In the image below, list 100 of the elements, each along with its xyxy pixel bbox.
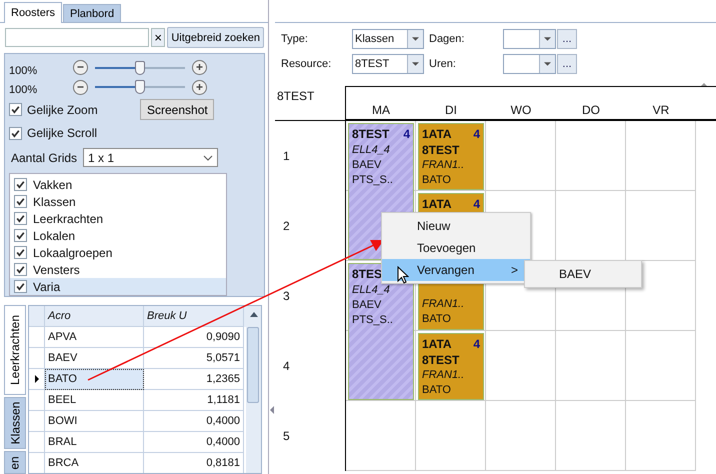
lesson-block[interactable]: 1ATA 4 8TEST FRAN1.. BATO: [418, 123, 484, 190]
dropdown[interactable]: 8TEST: [352, 54, 424, 74]
lesson-class: 1ATA: [422, 196, 452, 213]
grid-cell: [486, 401, 556, 471]
zoom-reading: 100%: [9, 83, 38, 96]
checkbox-label: Gelijke Zoom: [27, 102, 98, 116]
grids-label: Aantal Grids: [11, 150, 78, 164]
collapse-arrow-icon[interactable]: [270, 406, 274, 414]
checkbox[interactable]: [14, 263, 27, 276]
layer-item[interactable]: Klassen: [10, 193, 226, 210]
grid-cell: [556, 331, 626, 401]
side-tab[interactable]: Leerkrachten: [4, 305, 26, 395]
layer-item[interactable]: Vakken: [10, 176, 226, 193]
advanced-search-button[interactable]: Uitgebreid zoeken: [167, 27, 264, 48]
lesson-detail: 8TEST: [422, 143, 460, 158]
dropdown-arrow-icon: [412, 37, 419, 41]
browse-button[interactable]: ...: [557, 29, 577, 49]
zoom-in-button[interactable]: +: [192, 60, 207, 76]
lesson-class: 8TES: [352, 266, 382, 283]
table-cell: BRCA: [45, 453, 144, 473]
row-header: [29, 306, 45, 327]
scroll-up-icon[interactable]: [250, 312, 258, 317]
table-cell: BRAL: [45, 432, 144, 453]
checkbox-label: Gelijke Scroll: [27, 126, 98, 140]
tab[interactable]: Roosters: [4, 2, 62, 23]
layer-item[interactable]: Lokaalgroepen: [10, 244, 226, 261]
period-label: 1: [283, 149, 290, 163]
lesson-detail: PTS_S..: [352, 173, 393, 188]
day-header: WO: [510, 103, 532, 117]
field-label: Dagen:: [428, 33, 466, 45]
clear-button[interactable]: ×: [151, 28, 166, 47]
lesson-detail: BAEV: [352, 158, 382, 173]
dropdown[interactable]: [503, 54, 556, 74]
zoom-slider[interactable]: [95, 79, 185, 96]
table-cell: 1,2365: [144, 369, 244, 390]
layer-item[interactable]: Lokalen: [10, 227, 226, 244]
dropdown[interactable]: [503, 29, 556, 49]
lesson-detail: 8TEST: [422, 353, 460, 368]
slider-thumb[interactable]: [135, 80, 145, 94]
lesson-detail: FRAN1..: [422, 158, 464, 173]
dropdown[interactable]: Klassen: [352, 29, 424, 49]
layer-item[interactable]: Varia: [10, 278, 226, 295]
grids-dropdown[interactable]: 1 x 1: [83, 148, 218, 167]
table-cell: BEEL: [45, 390, 144, 411]
zoom-out-button[interactable]: −: [73, 80, 88, 95]
lesson-detail: ELL4_4: [352, 143, 390, 158]
search-field[interactable]: [5, 28, 149, 47]
layer-item[interactable]: Leerkrachten: [10, 210, 226, 227]
row-pointer-icon: [34, 375, 38, 383]
browse-button[interactable]: ...: [557, 54, 577, 74]
table-cell: BOWI: [45, 411, 144, 432]
checkbox[interactable]: [14, 178, 27, 191]
field-label: Uren:: [428, 58, 457, 70]
table-cell: BATO: [45, 369, 144, 390]
lesson-block[interactable]: 1ATA 4 8TEST FRAN1.. BATO: [418, 333, 484, 400]
layer-item[interactable]: Vensters: [10, 261, 226, 278]
submenu-arrow: >: [510, 263, 518, 277]
checkbox[interactable]: [9, 103, 22, 116]
lesson-count: 4: [473, 196, 480, 213]
scroll-up-icon[interactable]: [701, 83, 707, 86]
table-cell: APVA: [45, 327, 144, 348]
day-header: DO: [581, 103, 601, 117]
mouse-cursor-icon: [397, 266, 409, 284]
lesson-detail: FRAN1..: [422, 368, 464, 383]
period-label: 2: [283, 219, 290, 233]
day-header: VR: [652, 103, 670, 117]
checkbox[interactable]: [9, 126, 22, 140]
scroll-thumb[interactable]: [247, 327, 259, 403]
side-tab[interactable]: Klassen: [4, 397, 26, 449]
day-header: DI: [444, 103, 458, 117]
slider-thumb[interactable]: [135, 60, 145, 75]
lesson-detail: PTS_S..: [352, 313, 393, 328]
checkbox[interactable]: [14, 280, 27, 293]
lesson-block[interactable]: 8TES ELL4_4 BAEV PTS_S..: [348, 263, 414, 400]
side-tab[interactable]: en: [4, 451, 26, 474]
dropdown-arrow-icon: [544, 62, 551, 66]
menu-item[interactable]: Vervangen >: [382, 259, 530, 281]
column-header[interactable]: Acro: [45, 306, 144, 327]
chevron-icon: [203, 154, 214, 160]
lesson-class: 1ATA: [422, 126, 452, 143]
tab[interactable]: Planbord: [63, 4, 122, 22]
grid-cell: [556, 401, 626, 471]
field-label: Type:: [281, 33, 309, 45]
screenshot-button[interactable]: Screenshot: [140, 99, 214, 120]
zoom-out-button[interactable]: −: [73, 60, 88, 76]
grid-cell: [626, 121, 696, 191]
grid-cell: [626, 331, 696, 401]
timetable-title: 8TEST: [277, 89, 314, 103]
checkbox[interactable]: [14, 229, 27, 242]
lesson-class: 8TEST: [352, 126, 390, 143]
zoom-slider[interactable]: [95, 60, 185, 76]
checkbox[interactable]: [14, 246, 27, 259]
zoom-in-button[interactable]: +: [192, 80, 207, 95]
column-header[interactable]: Breuk U: [144, 306, 244, 327]
checkbox[interactable]: [14, 195, 27, 208]
table-cell: 0,4000: [144, 432, 244, 453]
checkbox[interactable]: [14, 212, 27, 225]
table-cell: 5,0571: [144, 348, 244, 369]
table-cell: 1,1181: [144, 390, 244, 411]
lesson-detail: BATO: [422, 312, 451, 327]
